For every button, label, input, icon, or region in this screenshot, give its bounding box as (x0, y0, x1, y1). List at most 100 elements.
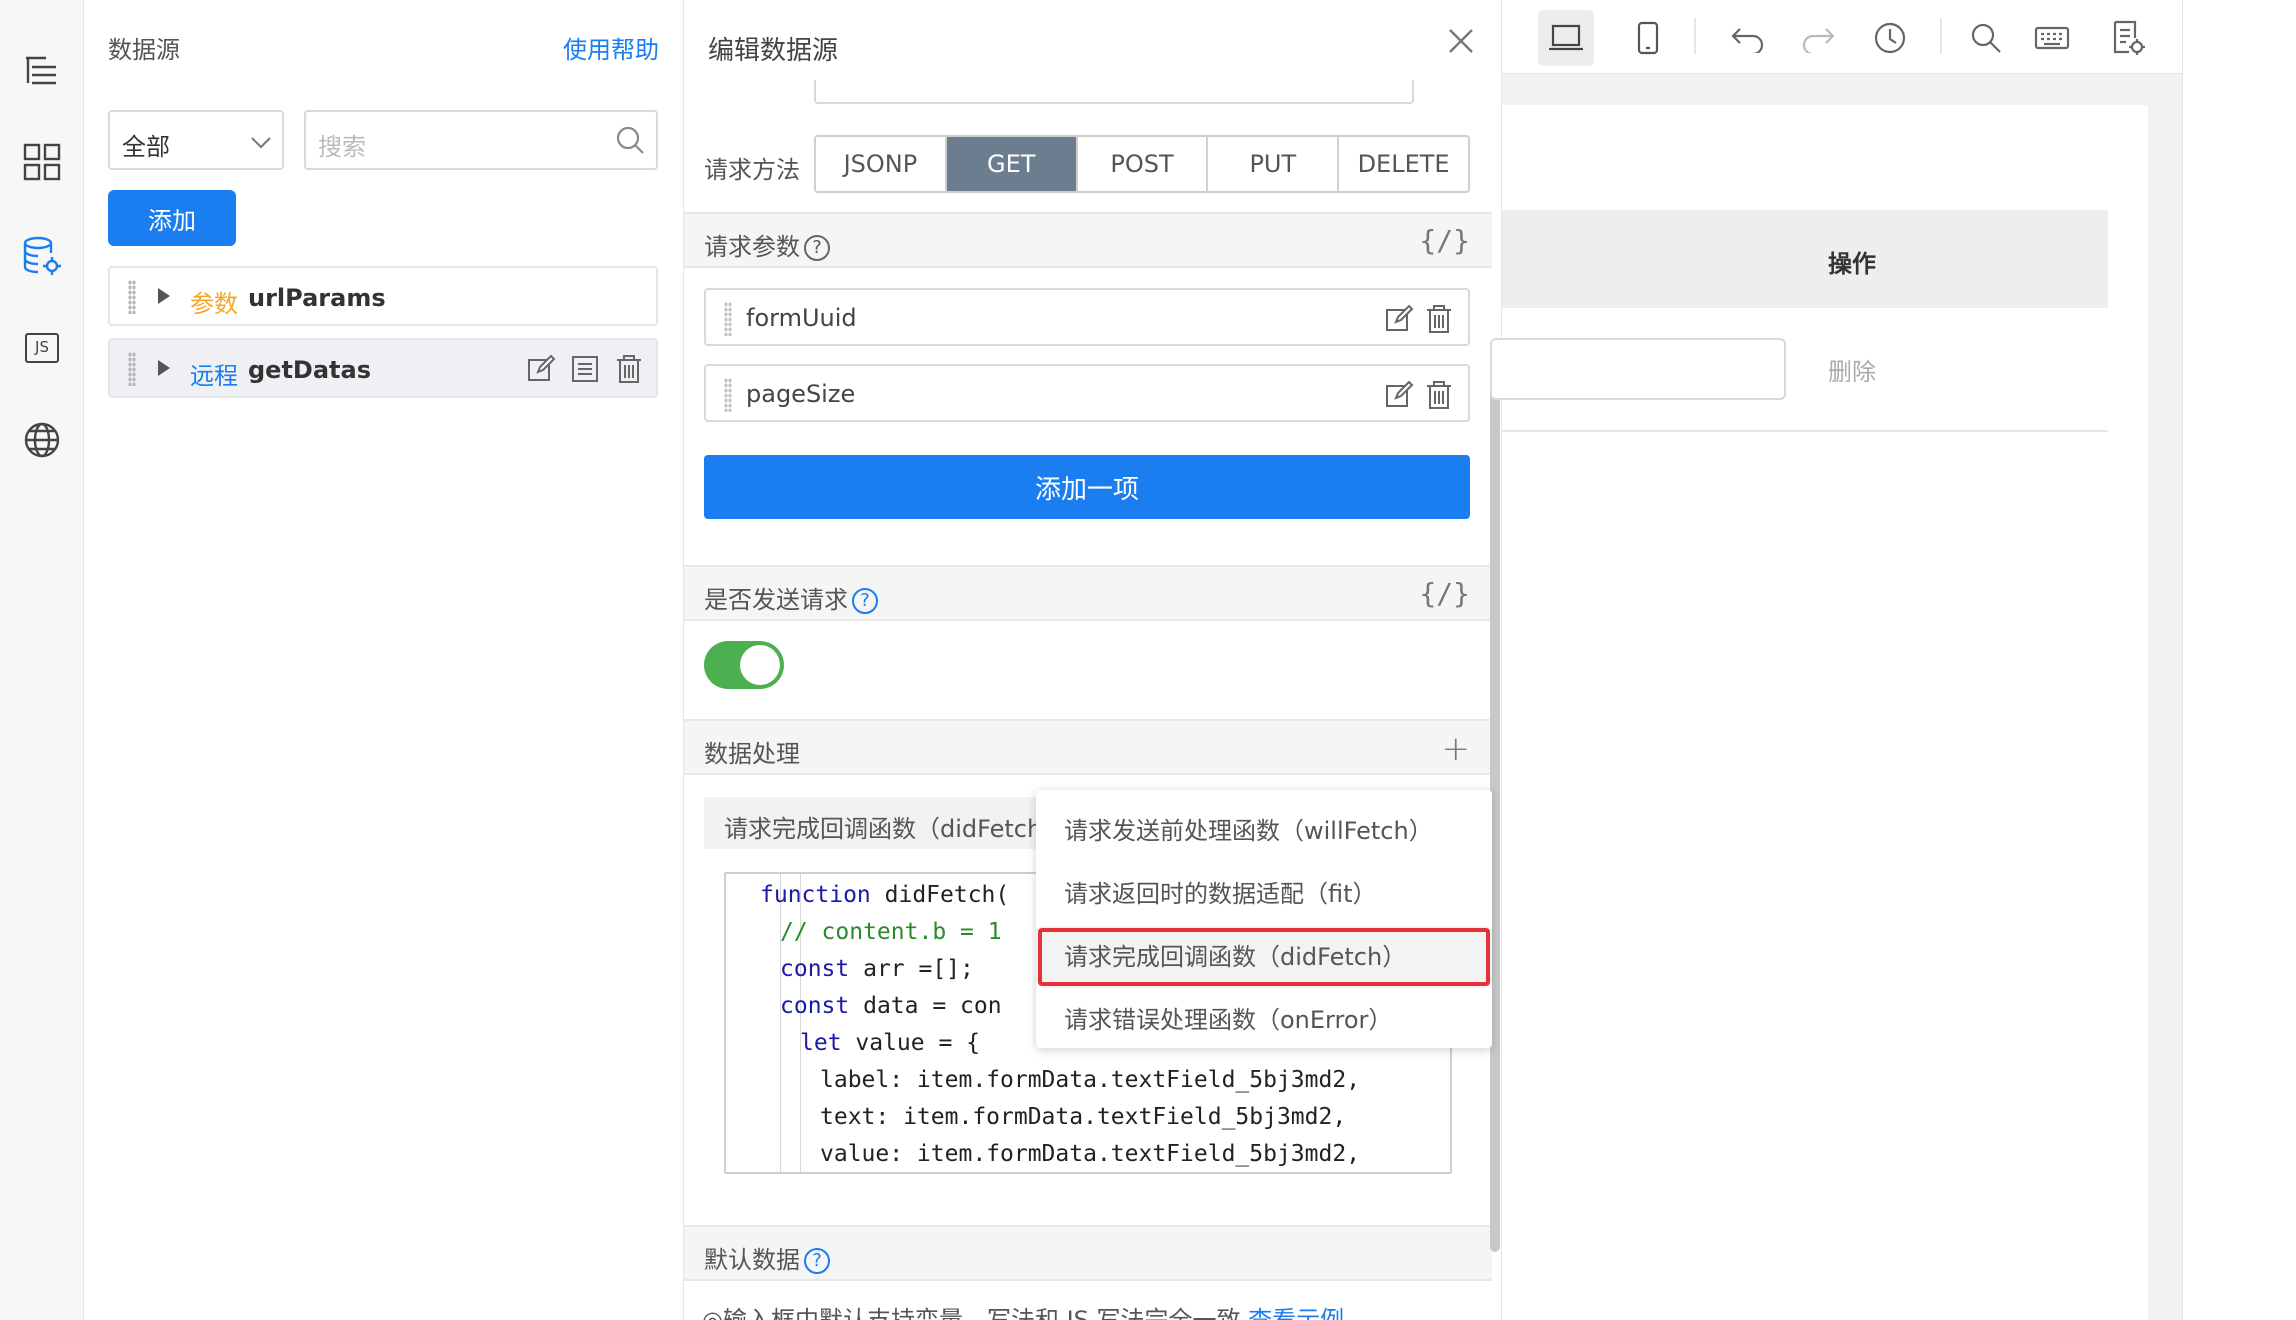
help-icon[interactable]: ? (804, 1248, 830, 1274)
undo-icon[interactable] (1720, 10, 1776, 66)
datasource-title: 数据源 (108, 36, 180, 64)
toolbar-divider (1940, 18, 1942, 54)
detail-icon[interactable] (570, 354, 600, 384)
table-header: 操作 (1502, 210, 2108, 308)
top-toolbar (1502, 0, 2182, 74)
request-url-input-bottom[interactable] (814, 80, 1414, 104)
close-icon[interactable] (1446, 26, 1476, 56)
code-line: // content.b = 1 (780, 919, 1002, 945)
drag-handle-icon[interactable] (724, 378, 732, 412)
search-placeholder: 搜索 (318, 133, 366, 161)
js-icon-label: JS (25, 333, 59, 363)
type-filter-select[interactable]: 全部 (108, 110, 284, 170)
method-option-put[interactable]: PUT (1208, 137, 1340, 191)
js-icon[interactable]: JS (0, 318, 84, 378)
dropdown-option[interactable]: 请求错误处理函数（onError） (1036, 989, 1492, 1051)
request-params-label: 请求参数 (704, 233, 800, 261)
param-row: pageSize (704, 364, 1470, 422)
edit-icon[interactable] (1384, 304, 1414, 334)
dropdown-option[interactable]: 请求返回时的数据适配（fit） (1036, 863, 1492, 925)
edit-panel-header: 编辑数据源 (684, 0, 1501, 92)
code-line: let value = { (800, 1030, 981, 1056)
datasource-kind: 参数 (190, 290, 238, 318)
param-name: formUuid (746, 304, 857, 332)
drag-handle-icon[interactable] (724, 302, 732, 336)
drag-handle-icon[interactable] (128, 352, 136, 386)
help-icon[interactable]: ? (852, 588, 878, 614)
request-method-label: 请求方法 (704, 156, 800, 184)
search-icon[interactable] (1958, 10, 2014, 66)
search-icon (616, 126, 644, 154)
method-option-post[interactable]: POST (1078, 137, 1209, 191)
method-option-get[interactable]: GET (946, 137, 1078, 191)
callback-tab-label: 请求完成回调函数（didFetch (724, 815, 1043, 843)
request-params-section: 请求参数? {/} (684, 212, 1492, 268)
help-icon[interactable]: ? (804, 235, 830, 261)
send-request-label: 是否发送请求 (704, 586, 848, 614)
default-data-note: ◎输入框中默认支持变量，写法和 JS 写法完全一致 查看示例 (702, 1300, 1344, 1320)
right-panel (2182, 0, 2296, 1320)
left-icon-rail: JS (0, 0, 84, 1320)
variable-binding-icon[interactable]: {/} (1419, 224, 1470, 257)
dropdown-option[interactable]: 请求完成回调函数（didFetch） (1036, 926, 1492, 988)
add-handler-icon[interactable]: + (1442, 729, 1471, 769)
row-divider (1502, 430, 2108, 432)
default-data-label: 默认数据 (704, 1246, 800, 1274)
type-filter-value: 全部 (122, 133, 170, 161)
datasource-item-urlparams[interactable]: 参数 urlParams (108, 266, 658, 326)
default-data-note-text: ◎输入框中默认支持变量，写法和 JS 写法完全一致 (702, 1306, 1241, 1320)
handler-dropdown-menu: 请求发送前处理函数（willFetch） 请求返回时的数据适配（fit） 请求完成回… (1036, 790, 1492, 1048)
trash-icon[interactable] (1426, 304, 1452, 334)
send-request-section: 是否发送请求? {/} (684, 565, 1492, 621)
data-processing-section: 数据处理 + (684, 719, 1492, 775)
datasource-panel: 数据源 使用帮助 全部 搜索 添加 参数 urlParams 远程 getDat… (84, 0, 684, 1320)
chevron-down-icon (251, 137, 271, 149)
code-line: value: item.formData.textField_5bj3md2, (820, 1141, 1361, 1167)
delete-link[interactable]: 删除 (1828, 352, 1876, 387)
components-icon[interactable] (0, 132, 84, 192)
expand-arrow-icon[interactable] (158, 360, 170, 376)
method-option-delete[interactable]: DELETE (1339, 137, 1468, 191)
page-settings-icon[interactable] (2100, 10, 2156, 66)
datasource-search-input[interactable]: 搜索 (304, 110, 658, 170)
toggle-knob (740, 645, 780, 685)
dropdown-option[interactable]: 请求发送前处理函数（willFetch） (1036, 800, 1492, 862)
request-method-segmented: JSONP GET POST PUT DELETE (814, 135, 1470, 193)
table-cell-input[interactable] (1490, 338, 1786, 400)
trash-icon[interactable] (614, 354, 644, 384)
add-datasource-button[interactable]: 添加 (108, 190, 236, 246)
desktop-icon[interactable] (1538, 10, 1594, 66)
datasource-name: urlParams (248, 284, 386, 312)
edit-icon[interactable] (1384, 380, 1414, 410)
code-line: text: item.formData.textField_5bj3md2, (820, 1104, 1347, 1130)
code-line: function didFetch( (760, 882, 1010, 908)
globe-icon[interactable] (0, 410, 84, 470)
redo-icon[interactable] (1790, 10, 1846, 66)
edit-panel-title: 编辑数据源 (708, 36, 839, 66)
datasource-icon[interactable] (0, 226, 84, 286)
keyboard-icon[interactable] (2024, 10, 2080, 66)
expand-arrow-icon[interactable] (158, 288, 170, 304)
method-option-jsonp[interactable]: JSONP (816, 137, 947, 191)
add-item-button[interactable]: 添加一项 (704, 455, 1470, 519)
param-name: pageSize (746, 380, 856, 408)
history-icon[interactable] (1862, 10, 1918, 66)
param-row: formUuid (704, 288, 1470, 346)
column-header-action: 操作 (1828, 250, 1876, 278)
default-data-section: 默认数据? (684, 1225, 1492, 1281)
view-example-link[interactable]: 查看示例 (1248, 1306, 1344, 1320)
datasource-kind: 远程 (190, 362, 238, 390)
edit-icon[interactable] (526, 354, 556, 384)
toolbar-divider (1694, 18, 1696, 54)
outline-icon[interactable] (0, 40, 84, 100)
help-link[interactable]: 使用帮助 (563, 30, 659, 65)
mobile-icon[interactable] (1620, 10, 1676, 66)
code-line: const data = con (780, 993, 1002, 1019)
trash-icon[interactable] (1426, 380, 1452, 410)
code-line: const arr =[]; (780, 956, 974, 982)
variable-binding-icon[interactable]: {/} (1419, 577, 1470, 610)
code-line: label: item.formData.textField_5bj3md2, (820, 1067, 1361, 1093)
send-request-toggle[interactable] (704, 641, 784, 689)
datasource-item-getdatas[interactable]: 远程 getDatas (108, 338, 658, 398)
drag-handle-icon[interactable] (128, 280, 136, 314)
